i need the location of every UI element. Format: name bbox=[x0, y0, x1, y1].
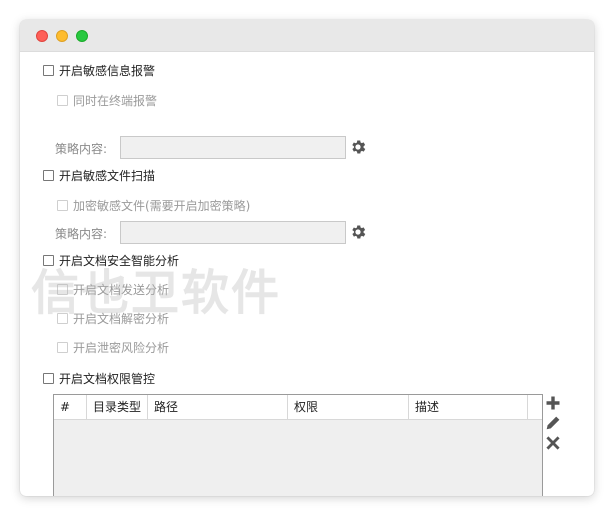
permission-control-option[interactable]: 开启文档权限管控 bbox=[43, 369, 155, 387]
sensitive-scan-label: 开启敏感文件扫描 bbox=[59, 168, 156, 183]
sensitive-scan-option[interactable]: 开启敏感文件扫描 bbox=[43, 166, 155, 184]
app-window: 开启敏感信息报警 同时在终端报警 策略内容: 开启敏感文件扫描 加密敏感文件(需… bbox=[20, 20, 594, 496]
encrypt-files-option[interactable]: 加密敏感文件(需要开启加密策略) bbox=[57, 196, 250, 214]
terminal-alert-checkbox[interactable] bbox=[57, 94, 68, 106]
column-header-spacer bbox=[528, 395, 542, 419]
sensitive-alert-checkbox[interactable] bbox=[43, 64, 54, 76]
permission-table-header: # 目录类型 路径 权限 描述 bbox=[54, 395, 542, 420]
close-window-button[interactable] bbox=[36, 30, 48, 42]
scan-strategy-label: 策略内容: bbox=[55, 227, 108, 241]
title-bar bbox=[20, 20, 594, 52]
leak-risk-analysis-checkbox[interactable] bbox=[57, 341, 68, 353]
sensitive-scan-checkbox[interactable] bbox=[43, 169, 54, 181]
gear-icon[interactable] bbox=[349, 138, 367, 156]
column-header-description[interactable]: 描述 bbox=[409, 395, 528, 419]
maximize-window-button[interactable] bbox=[76, 30, 88, 42]
plus-icon[interactable] bbox=[545, 395, 561, 411]
column-header-permission[interactable]: 权限 bbox=[288, 395, 409, 419]
leak-risk-analysis-option[interactable]: 开启泄密风险分析 bbox=[57, 338, 169, 356]
column-header-index[interactable]: # bbox=[54, 395, 87, 419]
permission-table: # 目录类型 路径 权限 描述 bbox=[53, 394, 543, 496]
column-header-dir-type[interactable]: 目录类型 bbox=[87, 395, 148, 419]
scan-strategy-input[interactable] bbox=[120, 221, 346, 244]
sensitive-alert-option[interactable]: 开启敏感信息报警 bbox=[43, 61, 155, 79]
terminal-alert-option[interactable]: 同时在终端报警 bbox=[57, 91, 157, 109]
sensitive-alert-label: 开启敏感信息报警 bbox=[59, 63, 156, 78]
pencil-icon[interactable] bbox=[545, 415, 561, 431]
watermark: 信也卫软件 bbox=[31, 265, 282, 321]
settings-panel: 开启敏感信息报警 同时在终端报警 策略内容: 开启敏感文件扫描 加密敏感文件(需… bbox=[20, 51, 594, 496]
gear-icon[interactable] bbox=[349, 223, 367, 241]
encrypt-files-label: 加密敏感文件(需要开启加密策略) bbox=[73, 198, 251, 213]
close-icon[interactable] bbox=[545, 435, 561, 451]
alert-strategy-input[interactable] bbox=[120, 136, 346, 159]
minimize-window-button[interactable] bbox=[56, 30, 68, 42]
leak-risk-analysis-label: 开启泄密风险分析 bbox=[73, 340, 170, 355]
permission-control-label: 开启文档权限管控 bbox=[59, 371, 156, 386]
alert-strategy-label: 策略内容: bbox=[55, 142, 108, 156]
encrypt-files-checkbox[interactable] bbox=[57, 199, 68, 211]
terminal-alert-label: 同时在终端报警 bbox=[73, 93, 158, 108]
permission-control-checkbox[interactable] bbox=[43, 372, 54, 384]
column-header-path[interactable]: 路径 bbox=[148, 395, 288, 419]
